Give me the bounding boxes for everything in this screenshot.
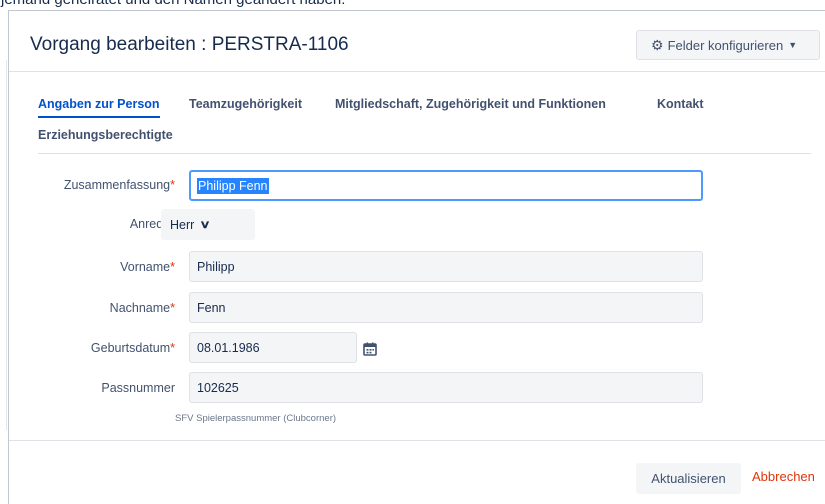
footer-divider (9, 440, 825, 441)
tab-angaben-zur-person[interactable]: Angaben zur Person (38, 97, 160, 118)
tab-teamzugehoerigkeit[interactable]: Teamzugehörigkeit (189, 97, 302, 111)
calendar-icon[interactable] (363, 342, 377, 356)
salutation-select[interactable]: Herr ∨ (161, 209, 255, 240)
summary-label: Zusammenfassung* (63, 178, 175, 192)
tab-bar: Angaben zur Person Teamzugehörigkeit Mit… (38, 97, 811, 154)
pass-number-hint: SFV Spielerpassnummer (Clubcorner) (175, 413, 337, 424)
summary-value: Philipp Fenn (197, 177, 269, 194)
configure-fields-button[interactable]: ⚙ Felder konfigurieren ▼ (636, 30, 820, 60)
pass-number-value: 102625 (197, 380, 239, 395)
first-name-value: Philipp (197, 259, 235, 274)
caret-down-icon: ▼ (788, 40, 798, 50)
first-name-input[interactable]: Philipp (189, 251, 703, 282)
pass-number-input[interactable]: 102625 (189, 372, 703, 403)
tab-kontakt[interactable]: Kontakt (657, 97, 704, 111)
pass-number-label: Passnummer (101, 381, 175, 395)
required-marker: * (170, 341, 175, 355)
salutation-value: Herr (170, 217, 195, 232)
dialog-title: Vorgang bearbeiten : PERSTRA-1106 (30, 34, 349, 55)
birthdate-label: Geburtsdatum* (90, 341, 175, 355)
tab-erziehungsberechtigte[interactable]: Erziehungsberechtigte (38, 128, 173, 142)
cancel-link[interactable]: Abbrechen (752, 469, 815, 484)
background-text: jemand geheiratet und den Namen geändert… (1, 0, 345, 8)
required-marker: * (170, 178, 175, 192)
tab-mitgliedschaft[interactable]: Mitgliedschaft, Zugehörigkeit und Funkti… (335, 97, 606, 111)
birthdate-input[interactable]: 08.01.1986 (189, 332, 357, 363)
update-button[interactable]: Aktualisieren (636, 463, 741, 494)
dialog-header: Vorgang bearbeiten : PERSTRA-1106 ⚙ Feld… (9, 11, 825, 72)
birthdate-value: 08.01.1986 (197, 340, 260, 355)
gear-icon: ⚙ (651, 37, 664, 53)
required-marker: * (170, 260, 175, 274)
edit-issue-dialog: Vorgang bearbeiten : PERSTRA-1106 ⚙ Feld… (8, 10, 825, 504)
required-marker: * (170, 301, 175, 315)
configure-fields-label: Felder konfigurieren (667, 37, 784, 53)
last-name-value: Fenn (197, 300, 226, 315)
summary-input[interactable]: Philipp Fenn (189, 170, 703, 201)
chevron-down-icon: ∨ (199, 219, 211, 231)
background-page: jemand geheiratet und den Namen geändert… (0, 0, 825, 10)
first-name-label: Vorname* (120, 260, 175, 274)
last-name-input[interactable]: Fenn (189, 292, 703, 323)
last-name-label: Nachname* (109, 301, 175, 315)
background-edge (6, 60, 7, 430)
